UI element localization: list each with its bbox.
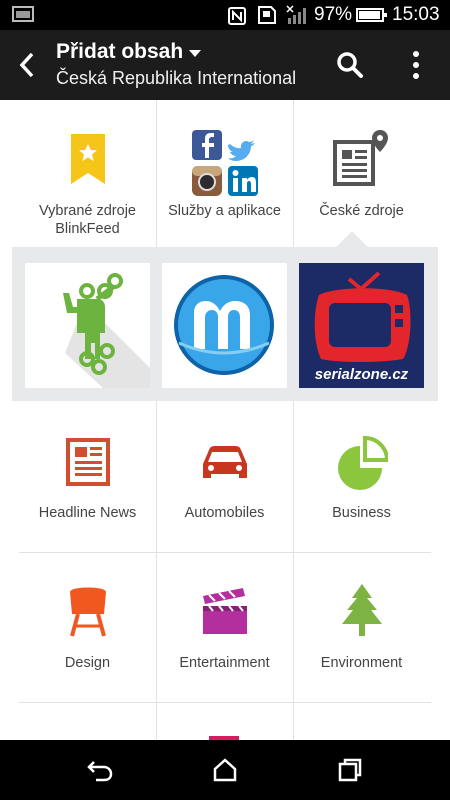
featured-sources-panel: serialzone.cz <box>12 231 438 401</box>
clapperboard-icon <box>203 588 247 634</box>
category-label: Vybrané zdroje BlinkFeed <box>39 203 136 237</box>
search-icon[interactable] <box>335 50 365 80</box>
signal-icon <box>286 5 306 24</box>
category-entertainment[interactable]: Entertainment <box>156 552 293 702</box>
category-design[interactable]: Design <box>19 552 156 702</box>
app-bar: Přidat obsah Česká Republika Internation… <box>0 30 450 100</box>
social-services-icon <box>192 130 258 196</box>
battery-percent: 97% <box>314 4 353 25</box>
navigation-bar <box>0 740 450 800</box>
nav-back-icon[interactable] <box>86 756 114 784</box>
chair-icon <box>70 587 106 637</box>
page-subtitle: Česká Republika International <box>56 68 297 88</box>
android-green-figure-icon <box>25 263 150 388</box>
tree-icon <box>342 584 382 636</box>
page-title: Přidat obsah <box>56 40 184 63</box>
pie-chart-icon <box>338 435 388 490</box>
nav-recents-icon[interactable] <box>336 756 364 784</box>
bookmark-star-icon <box>71 134 105 184</box>
battery-icon <box>356 8 387 22</box>
category-label: Automobiles <box>184 505 265 521</box>
divider <box>19 702 431 703</box>
nav-home-icon[interactable] <box>211 756 239 784</box>
category-czech-sources[interactable]: České zdroje <box>293 100 430 250</box>
category-automobiles[interactable]: Automobiles <box>156 402 293 552</box>
m-logo-icon <box>162 263 287 388</box>
category-label: České zdroje <box>319 203 404 219</box>
category-headline-news[interactable]: Headline News <box>19 402 156 552</box>
gallery-notification-icon <box>12 6 34 22</box>
category-business[interactable]: Business <box>293 402 430 552</box>
battery-fill <box>359 11 380 19</box>
panel-pointer <box>336 231 368 247</box>
newspaper-icon <box>66 438 110 486</box>
overflow-menu-icon[interactable] <box>404 48 428 82</box>
status-bar: 97% 15:03 <box>0 0 450 30</box>
category-label: Headline News <box>38 505 137 521</box>
local-news-icon <box>333 130 388 186</box>
clock: 15:03 <box>392 4 440 25</box>
category-label: Environment <box>320 655 403 671</box>
source-caption: serialzone.cz <box>314 366 409 383</box>
content-area: Vybrané zdroje BlinkFeed Služby a aplika… <box>0 100 450 740</box>
back-arrow-icon[interactable] <box>10 44 46 86</box>
dropdown-caret-icon <box>189 50 202 58</box>
source-tile-m[interactable] <box>162 263 287 388</box>
source-tile-serialzone[interactable]: serialzone.cz <box>299 263 424 388</box>
sd-card-icon <box>258 6 276 24</box>
car-icon <box>203 446 247 478</box>
nfc-icon <box>228 7 246 25</box>
category-label: Služby a aplikace <box>168 203 281 219</box>
category-blinkfeed[interactable]: Vybrané zdroje BlinkFeed <box>19 100 156 250</box>
category-services[interactable]: Služby a aplikace <box>156 100 293 250</box>
category-label: Entertainment <box>179 655 270 671</box>
source-tile-android[interactable] <box>25 263 150 388</box>
title-dropdown[interactable]: Přidat obsah Česká Republika Internation… <box>56 40 296 89</box>
category-label: Design <box>64 655 111 671</box>
category-environment[interactable]: Environment <box>293 552 430 702</box>
category-label: Business <box>332 505 391 521</box>
